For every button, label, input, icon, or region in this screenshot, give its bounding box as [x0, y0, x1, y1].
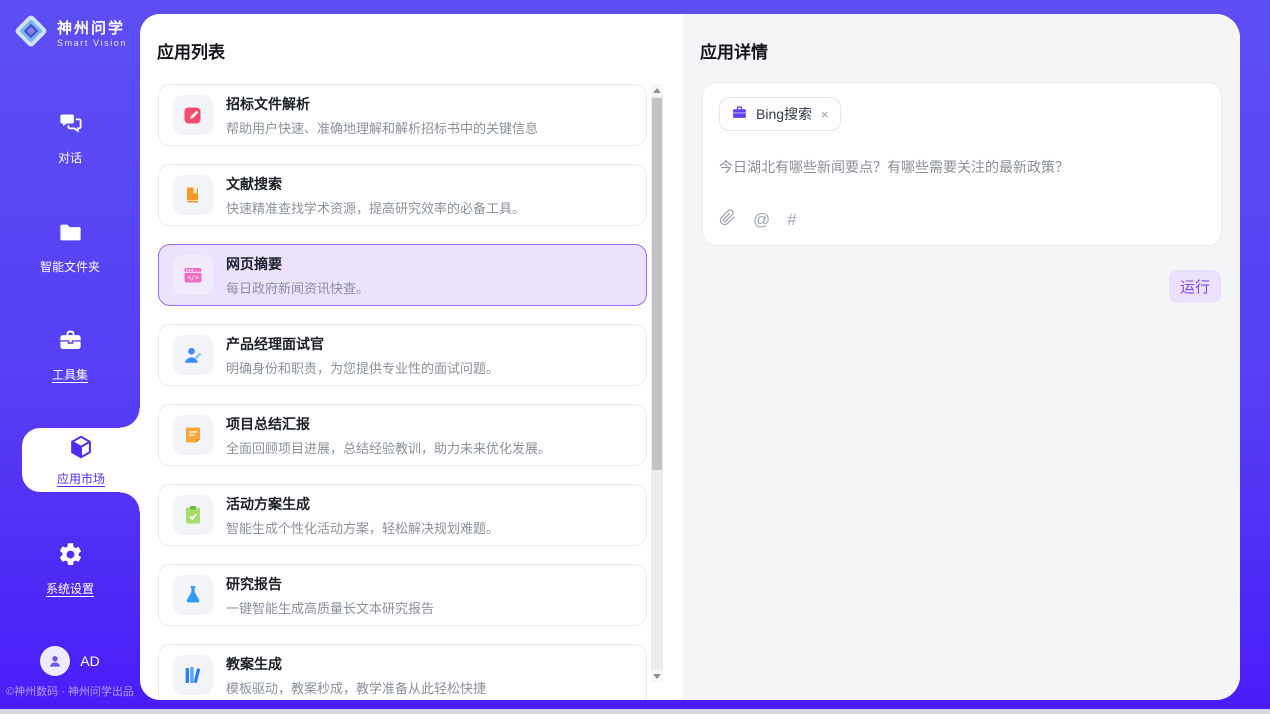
sidebar: 神州问学 Smart Vision 对话 智能文件夹	[0, 0, 140, 714]
sidebar-item-label: 系统设置	[46, 580, 94, 597]
app-name: 文献搜索	[226, 174, 525, 194]
attachment-toolbar: @ #	[719, 209, 1205, 231]
scrollbar-thumb[interactable]	[652, 98, 662, 470]
sidebar-item-label: 工具集	[52, 366, 88, 383]
sidebar-item-chat[interactable]: 对话	[0, 110, 140, 166]
books-icon	[173, 655, 213, 695]
mention-icon[interactable]: @	[753, 210, 770, 230]
close-icon[interactable]: ×	[821, 107, 829, 122]
app-list: 招标文件解析 帮助用户快速、准确地理解和解析招标书中的关键信息 文献搜索	[158, 84, 647, 700]
app-card-lesson-plan[interactable]: 教案生成 模板驱动，教案秒成，教学准备从此轻松快捷	[158, 644, 647, 700]
app-name: 项目总结汇报	[226, 414, 551, 434]
tool-chip-bing-search[interactable]: Bing搜索 ×	[719, 97, 841, 131]
pencil-edit-icon	[173, 95, 213, 135]
sidebar-item-smart-folder[interactable]: 智能文件夹	[0, 219, 140, 275]
app-desc: 每日政府新闻资讯快查。	[226, 278, 369, 297]
briefcase-icon	[731, 104, 748, 124]
run-button[interactable]: 运行	[1169, 270, 1221, 303]
app-name: 研究报告	[226, 574, 434, 594]
avatar	[40, 646, 70, 676]
tool-chip-label: Bing搜索	[756, 104, 812, 124]
browser-code-icon: </>	[173, 255, 213, 295]
sidebar-item-label: 对话	[58, 149, 82, 166]
app-card-literature-search[interactable]: 文献搜索 快速精准查找学术资源，提高研究效率的必备工具。	[158, 164, 647, 226]
brand-diamond-icon	[13, 13, 49, 54]
app-detail-title: 应用详情	[700, 38, 768, 63]
book-icon	[173, 175, 213, 215]
app-card-bid-analysis[interactable]: 招标文件解析 帮助用户快速、准确地理解和解析招标书中的关键信息	[158, 84, 647, 146]
app-name: 教案生成	[226, 654, 486, 674]
pill-curve-bottom	[120, 492, 140, 512]
interviewer-icon	[173, 335, 213, 375]
app-list-panel: 应用列表 招标文件解析 帮助用户快速、准确地理解和解析招标书中的关键信息	[140, 14, 683, 700]
app-detail-panel: 应用详情 Bing搜索 × 今日湖北有哪些新闻要点？有哪些需要关注的最新政策？	[683, 14, 1240, 700]
brand-logo: 神州问学 Smart Vision	[0, 13, 140, 54]
window-bottom-edge	[0, 709, 1270, 714]
app-desc: 全面回顾项目进展，总结经验教训，助力未来优化发展。	[226, 438, 551, 457]
app-name: 招标文件解析	[226, 94, 538, 114]
app-desc: 一键智能生成高质量长文本研究报告	[226, 598, 434, 617]
app-name: 产品经理面试官	[226, 334, 499, 354]
brand-name: 神州问学	[57, 20, 127, 38]
hash-icon[interactable]: #	[787, 210, 796, 230]
app-desc: 快速精准查找学术资源，提高研究效率的必备工具。	[226, 198, 525, 217]
sidebar-item-app-market[interactable]: 应用市场	[22, 428, 140, 492]
flask-icon	[173, 575, 213, 615]
toolbox-icon	[57, 327, 84, 359]
app-card-research-report[interactable]: 研究报告 一键智能生成高质量长文本研究报告	[158, 564, 647, 626]
cube-icon	[67, 433, 95, 466]
app-card-pm-interviewer[interactable]: 产品经理面试官 明确身份和职责，为您提供专业性的面试问题。	[158, 324, 647, 386]
sidebar-item-settings[interactable]: 系统设置	[0, 541, 140, 597]
main-content: 应用列表 招标文件解析 帮助用户快速、准确地理解和解析招标书中的关键信息	[140, 14, 1240, 700]
sidebar-item-label: 智能文件夹	[40, 258, 100, 275]
app-card-project-summary[interactable]: 项目总结汇报 全面回顾项目进展，总结经验教训，助力未来优化发展。	[158, 404, 647, 466]
sidebar-item-label: 应用市场	[57, 470, 105, 487]
app-desc: 帮助用户快速、准确地理解和解析招标书中的关键信息	[226, 118, 538, 137]
scroll-up-arrow[interactable]	[651, 84, 663, 96]
app-name: 活动方案生成	[226, 494, 499, 514]
pill-curve-top	[120, 408, 140, 428]
app-window: 神州问学 Smart Vision 对话 智能文件夹	[0, 0, 1270, 714]
app-card-web-summary[interactable]: </> 网页摘要 每日政府新闻资讯快查。	[158, 244, 647, 306]
copyright-footer: ©神州数码 · 神州问学出品	[0, 683, 140, 699]
brand-subtitle: Smart Vision	[57, 38, 127, 48]
clipboard-check-icon	[173, 495, 213, 535]
app-name: 网页摘要	[226, 254, 369, 274]
scroll-down-arrow[interactable]	[651, 670, 663, 682]
user-name: AD	[80, 653, 99, 669]
app-desc: 明确身份和职责，为您提供专业性的面试问题。	[226, 358, 499, 377]
app-desc: 智能生成个性化活动方案，轻松解决规划难题。	[226, 518, 499, 537]
svg-text:</>: </>	[187, 274, 199, 282]
sidebar-item-toolset[interactable]: 工具集	[0, 327, 140, 383]
chat-icon	[57, 110, 84, 142]
folder-icon	[57, 219, 84, 251]
paperclip-icon[interactable]	[719, 209, 736, 231]
user-account[interactable]: AD	[0, 646, 140, 676]
query-text[interactable]: 今日湖北有哪些新闻要点？有哪些需要关注的最新政策？	[719, 157, 1205, 209]
list-scrollbar	[651, 84, 663, 682]
app-desc: 模板驱动，教案秒成，教学准备从此轻松快捷	[226, 678, 486, 697]
note-icon	[173, 415, 213, 455]
gear-icon	[57, 541, 84, 573]
app-list-title: 应用列表	[157, 38, 225, 63]
prompt-input-card[interactable]: Bing搜索 × 今日湖北有哪些新闻要点？有哪些需要关注的最新政策？ @ #	[702, 82, 1222, 246]
app-card-event-plan[interactable]: 活动方案生成 智能生成个性化活动方案，轻松解决规划难题。	[158, 484, 647, 546]
